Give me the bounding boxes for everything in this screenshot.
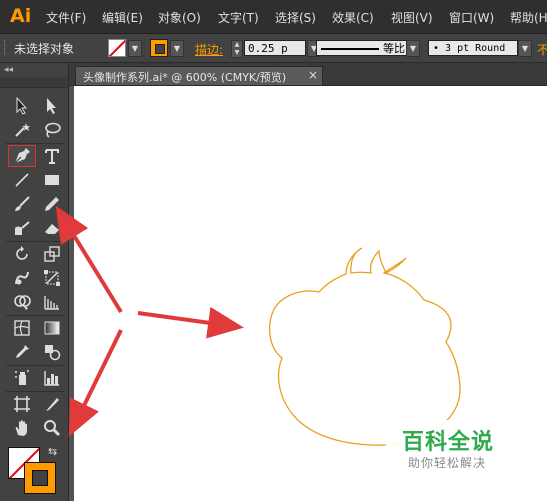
hand-tool-icon[interactable] (8, 417, 36, 439)
eraser-tool-icon[interactable] (38, 217, 66, 239)
stroke-swatch[interactable] (150, 39, 168, 57)
profile-dropdown-arrow-icon[interactable]: ▼ (406, 40, 420, 57)
direct-selection-tool-icon[interactable] (38, 95, 66, 117)
brush-dropdown-arrow-icon[interactable]: ▼ (518, 40, 532, 57)
none-slash-icon (109, 40, 125, 56)
head-outline-path[interactable] (268, 247, 461, 446)
menu-file[interactable]: 文件(F) (46, 9, 86, 26)
fill-dropdown-arrow-icon[interactable]: ▼ (128, 40, 142, 57)
gradient-tool-icon[interactable] (38, 317, 66, 339)
tools-panel: ◂◂ ⇆ (0, 63, 69, 501)
blob-brush-tool-icon[interactable] (8, 217, 36, 239)
menu-edit[interactable]: 编辑(E) (102, 9, 143, 26)
menu-window[interactable]: 窗口(W) (449, 9, 494, 26)
symbol-sprayer-tool-icon[interactable] (8, 367, 36, 389)
rotate-tool-icon[interactable] (8, 243, 36, 265)
control-bar: 未选择对象 ▼ ▼ 描边: ▲ ▼ 0.25 p ▼ 等比 ▼ • 3 pt Ro… (0, 34, 547, 63)
menu-bar: Ai 文件(F) 编辑(E) 对象(O) 文字(T) 选择(S) 效果(C) 视… (0, 0, 547, 34)
menu-view[interactable]: 视图(V) (391, 9, 433, 26)
tools-panel-header[interactable] (0, 77, 68, 88)
paintbrush-tool-icon[interactable] (8, 193, 36, 215)
tool-separator (6, 315, 64, 316)
profile-label: 等比 (383, 42, 405, 55)
collapse-panel-icon[interactable]: ◂◂ (4, 65, 13, 75)
tool-separator (6, 143, 64, 144)
blend-tool-icon[interactable] (38, 341, 66, 363)
line-segment-tool-icon[interactable] (8, 169, 36, 191)
stroke-label[interactable]: 描边: (195, 41, 223, 58)
shape-builder-tool-icon[interactable] (8, 291, 36, 313)
opacity-label[interactable]: 不 (537, 41, 547, 58)
watermark-title: 百科全说 (402, 430, 495, 455)
tool-separator (6, 365, 64, 366)
perspective-grid-tool-icon[interactable] (38, 291, 66, 313)
menu-select[interactable]: 选择(S) (275, 9, 316, 26)
close-tab-icon[interactable]: × (308, 68, 318, 82)
menu-type[interactable]: 文字(T) (218, 9, 259, 26)
swap-fill-stroke-icon[interactable]: ⇆ (48, 445, 57, 458)
magic-wand-tool-icon[interactable] (8, 119, 36, 141)
menu-object[interactable]: 对象(O) (158, 9, 201, 26)
fill-swatch[interactable] (108, 39, 126, 57)
lasso-tool-icon[interactable] (38, 119, 66, 141)
free-transform-tool-icon[interactable] (38, 267, 66, 289)
type-tool-icon[interactable] (38, 145, 66, 167)
stroke-color-box[interactable] (24, 462, 56, 494)
tool-separator (6, 241, 64, 242)
document-tab-strip: 头像制作系列.ai* @ 600% (CMYK/预览) × (69, 63, 547, 86)
zoom-tool-icon[interactable] (38, 417, 66, 439)
mesh-tool-icon[interactable] (8, 317, 36, 339)
app-logo: Ai (10, 5, 32, 27)
profile-line-preview (321, 48, 379, 50)
eyedropper-tool-icon[interactable] (8, 341, 36, 363)
watermark-subtitle: 助你轻松解决 (408, 456, 487, 470)
document-tab[interactable]: 头像制作系列.ai* @ 600% (CMYK/预览) × (75, 66, 323, 85)
stroke-dropdown-arrow-icon[interactable]: ▼ (170, 40, 184, 57)
watermark: 百科全说 助你轻松解决 (386, 420, 526, 478)
brush-definition-dropdown[interactable]: • 3 pt Round (428, 40, 518, 56)
pencil-tool-icon[interactable] (38, 193, 66, 215)
stroke-weight-spinner-icon[interactable]: ▲ ▼ (231, 40, 243, 58)
stroke-weight-field[interactable]: 0.25 p (244, 40, 306, 56)
document-tab-title: 头像制作系列.ai* @ 600% (CMYK/预览) (83, 71, 287, 84)
slice-tool-icon[interactable] (38, 393, 66, 415)
artboard-tool-icon[interactable] (8, 393, 36, 415)
tool-separator (6, 391, 64, 392)
control-bar-grip[interactable] (4, 40, 8, 55)
menu-effect[interactable]: 效果(C) (332, 9, 374, 26)
selection-status: 未选择对象 (14, 42, 75, 56)
pen-tool-icon[interactable] (8, 145, 36, 167)
column-graph-tool-icon[interactable] (38, 367, 66, 389)
variable-width-profile-dropdown[interactable]: 等比 (316, 40, 416, 56)
scale-tool-icon[interactable] (38, 243, 66, 265)
rectangle-tool-icon[interactable] (38, 169, 66, 191)
selection-tool-icon[interactable] (8, 95, 36, 117)
menu-help[interactable]: 帮助(H) (510, 9, 547, 26)
warp-tool-icon[interactable] (8, 267, 36, 289)
